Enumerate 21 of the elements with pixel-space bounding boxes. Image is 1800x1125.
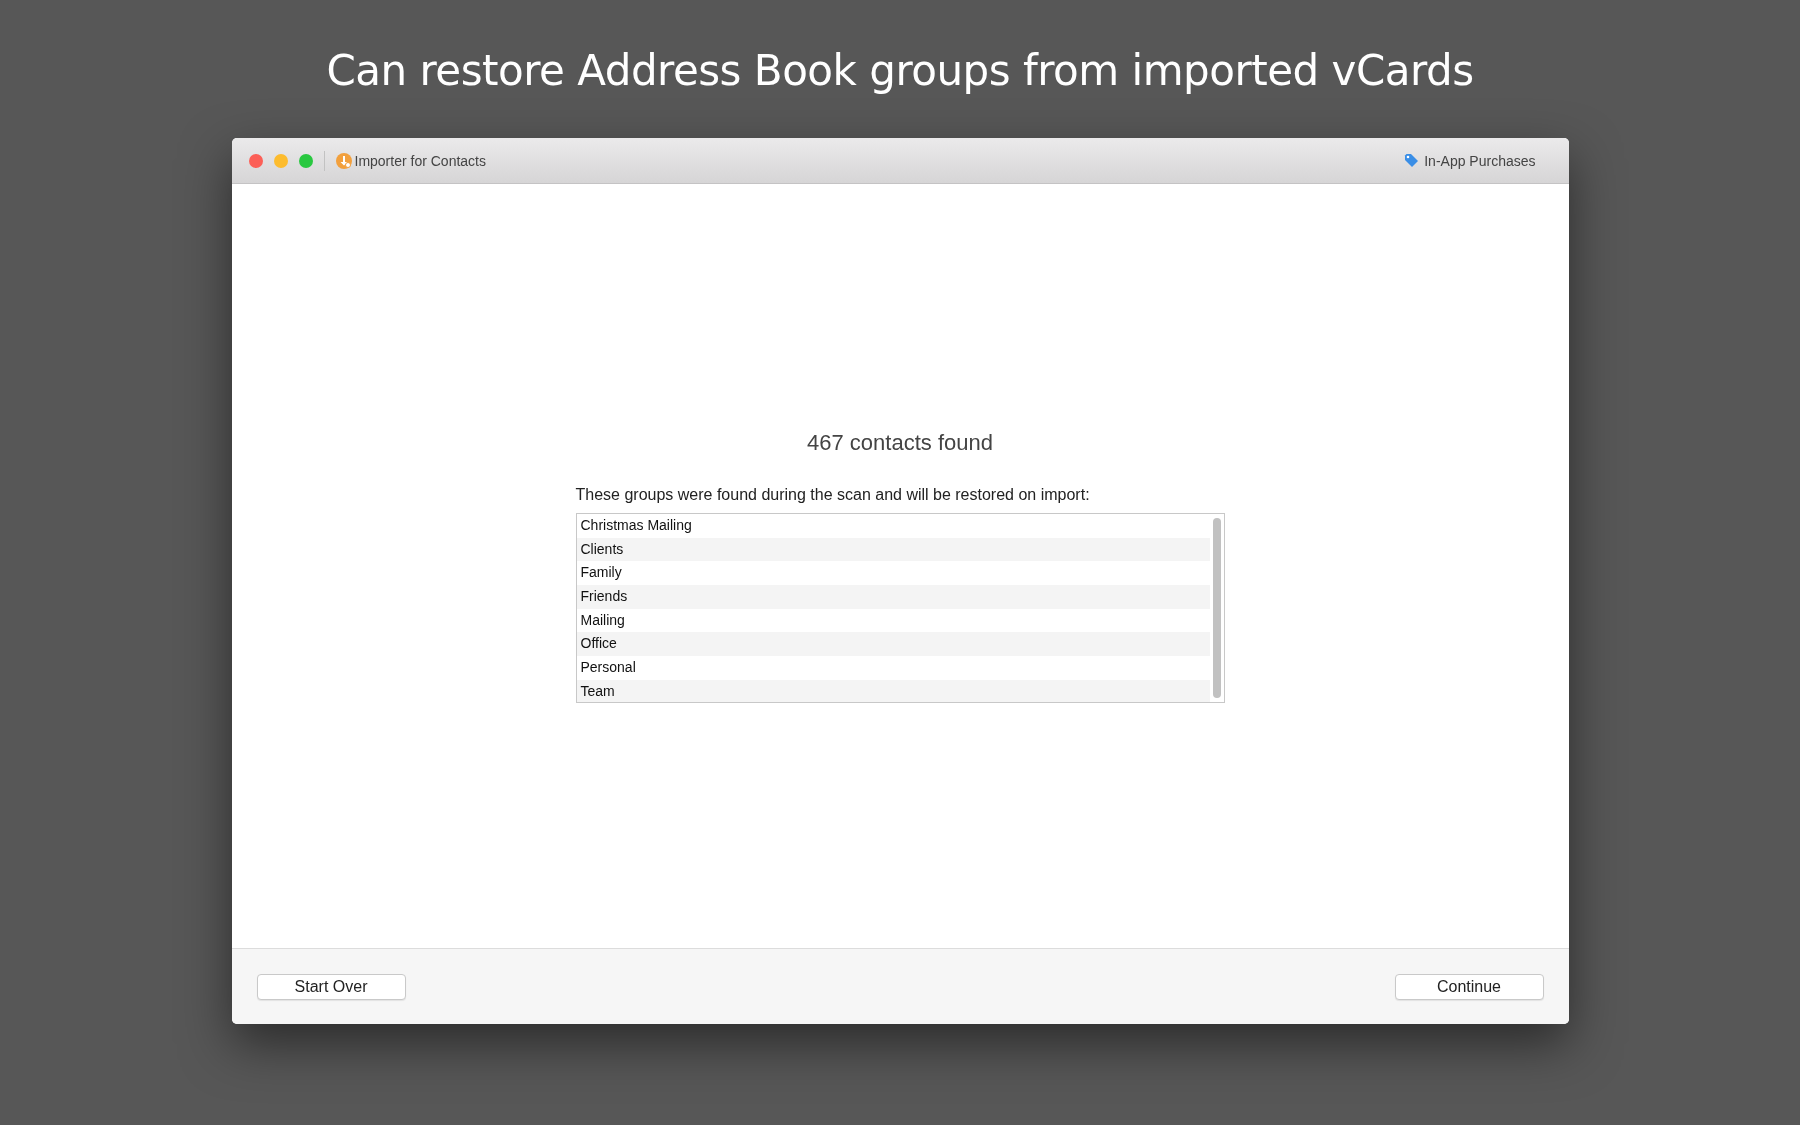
app-icon bbox=[335, 152, 352, 169]
group-name[interactable]: Friends bbox=[580, 588, 628, 605]
group-name[interactable]: Team bbox=[580, 682, 615, 699]
zoom-icon[interactable] bbox=[298, 153, 313, 168]
group-name[interactable]: Mailing bbox=[580, 611, 625, 628]
close-icon[interactable] bbox=[248, 153, 263, 168]
group-name[interactable]: Christmas Mailing bbox=[580, 517, 692, 533]
tag-icon bbox=[1404, 153, 1420, 168]
contacts-found-heading: 467 contacts found bbox=[807, 430, 993, 456]
group-name[interactable]: Personal bbox=[580, 659, 636, 676]
group-name[interactable]: Clients bbox=[580, 540, 624, 557]
headline: Can restore Address Book groups from imported vCards bbox=[326, 46, 1474, 97]
group-name[interactable]: Family bbox=[580, 564, 622, 581]
window-title: Importer for Contacts bbox=[354, 152, 486, 169]
start-over-button[interactable]: Start Over bbox=[256, 973, 406, 1000]
group-name[interactable]: Office bbox=[580, 635, 617, 652]
minimize-icon[interactable] bbox=[273, 153, 288, 168]
continue-button[interactable]: Continue bbox=[1394, 973, 1544, 1000]
description-text: These groups were found during the scan and will be restored on import: bbox=[575, 486, 1091, 504]
in-app-purchases-link[interactable]: In-App Purchases bbox=[1424, 152, 1536, 169]
scrollbar-thumb[interactable] bbox=[1212, 518, 1221, 698]
